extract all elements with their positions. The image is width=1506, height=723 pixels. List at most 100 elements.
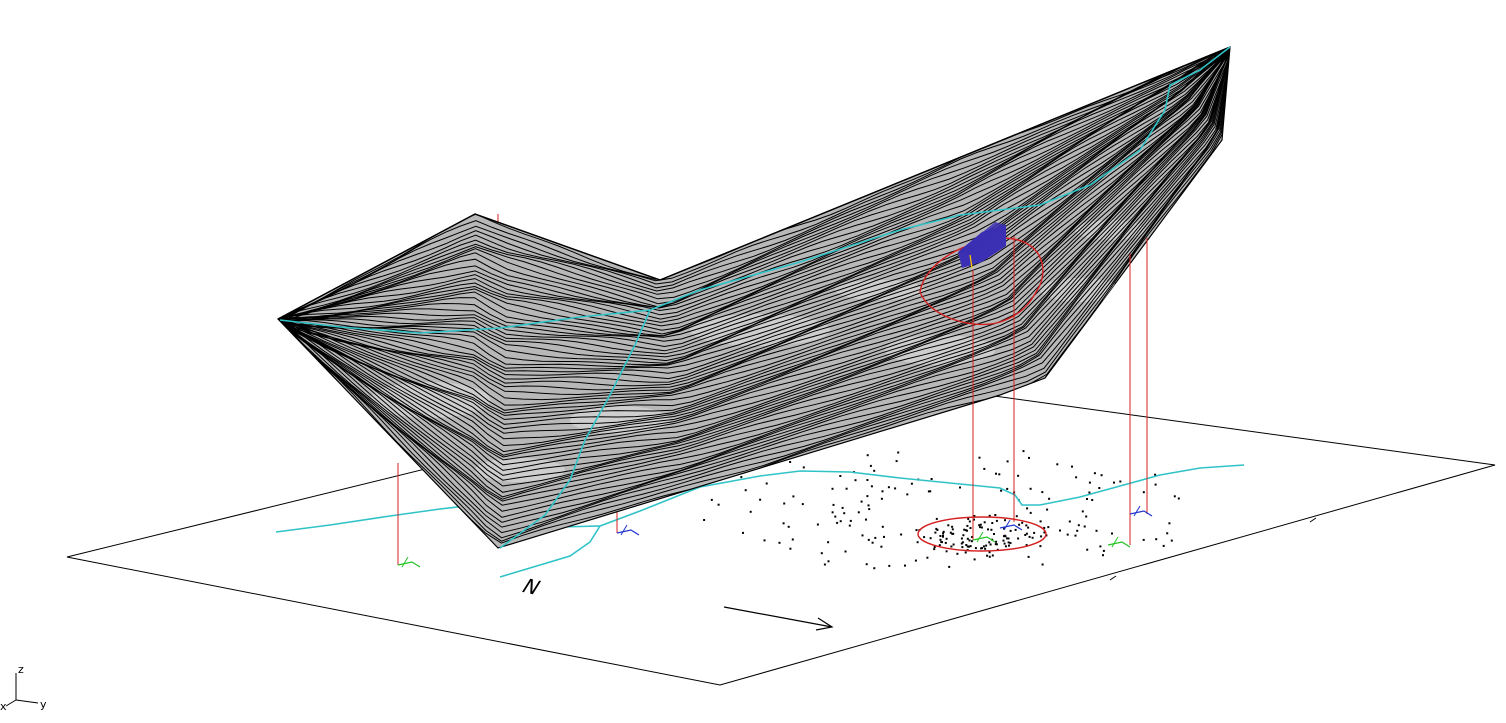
survey-point — [970, 540, 973, 543]
survey-point — [873, 469, 876, 472]
survey-point — [914, 559, 917, 562]
survey-point — [816, 523, 819, 526]
survey-point — [900, 533, 903, 536]
survey-point — [789, 547, 792, 550]
survey-point — [801, 503, 804, 506]
survey-point — [881, 525, 884, 528]
survey-point — [881, 490, 884, 493]
survey-point — [960, 537, 963, 540]
terrain-surface-contours — [277, 46, 1231, 549]
survey-point — [1009, 542, 1012, 545]
survey-point — [998, 473, 1001, 476]
survey-point — [963, 528, 966, 531]
survey-point — [1099, 545, 1102, 548]
survey-point — [1039, 520, 1042, 523]
axis-x-label: x — [0, 700, 7, 713]
survey-point — [1014, 528, 1017, 531]
axis-y-label: y — [40, 698, 47, 711]
survey-point — [966, 524, 969, 527]
ground-marker-icon — [1107, 541, 1131, 548]
survey-point — [871, 541, 874, 544]
survey-point — [1029, 511, 1032, 514]
survey-point — [983, 521, 986, 524]
survey-point — [717, 503, 720, 506]
survey-point — [987, 528, 989, 531]
survey-point — [1028, 456, 1030, 459]
survey-point — [782, 522, 785, 525]
survey-point — [1047, 526, 1050, 529]
survey-point — [916, 541, 919, 544]
survey-point — [857, 511, 860, 514]
survey-point — [1009, 529, 1012, 532]
ground-marker-icon — [616, 529, 640, 536]
survey-point — [968, 539, 971, 542]
survey-point — [1102, 554, 1104, 557]
survey-point — [866, 495, 869, 498]
survey-point — [839, 475, 842, 477]
survey-point — [778, 541, 781, 544]
survey-point — [1119, 480, 1122, 483]
survey-point — [887, 486, 890, 489]
survey-point — [1046, 508, 1049, 511]
survey-point — [991, 554, 994, 557]
survey-point — [783, 502, 786, 505]
survey-point — [1111, 532, 1113, 535]
survey-point — [995, 540, 998, 543]
survey-point — [1003, 534, 1006, 537]
survey-point — [923, 536, 926, 539]
survey-point — [935, 527, 938, 530]
survey-point — [744, 489, 747, 492]
survey-point — [787, 525, 790, 528]
survey-point — [990, 528, 993, 531]
survey-point — [942, 534, 944, 537]
survey-point — [883, 535, 885, 538]
ground-marker-tick — [1133, 505, 1141, 517]
survey-point — [836, 521, 839, 524]
survey-point — [1088, 481, 1091, 484]
survey-point — [1007, 541, 1010, 544]
survey-point — [969, 527, 972, 529]
survey-point — [867, 504, 870, 507]
survey-point — [1021, 521, 1024, 524]
survey-point — [989, 543, 992, 546]
survey-point — [942, 532, 945, 535]
survey-point — [888, 564, 891, 567]
axis-triad: z y x — [0, 663, 47, 713]
survey-point — [944, 541, 947, 544]
survey-point — [945, 550, 948, 553]
scene-canvas[interactable]: N z y x — [0, 0, 1506, 723]
survey-point — [823, 563, 826, 566]
survey-point — [845, 487, 848, 490]
survey-point — [1039, 545, 1042, 548]
survey-point — [994, 543, 997, 546]
survey-point — [915, 529, 918, 532]
survey-point — [1029, 487, 1032, 490]
survey-point — [710, 498, 713, 501]
survey-point — [1008, 544, 1010, 547]
survey-point — [947, 524, 950, 527]
survey-point — [939, 535, 942, 537]
survey-point — [939, 538, 942, 541]
survey-point — [849, 519, 852, 522]
survey-point — [1033, 531, 1036, 534]
survey-point — [961, 541, 964, 544]
survey-point — [1093, 472, 1096, 475]
survey-point — [789, 461, 792, 463]
survey-point — [930, 478, 933, 480]
ground-marker-tick — [620, 524, 628, 536]
survey-point — [956, 552, 959, 555]
survey-point — [935, 517, 938, 520]
survey-point — [982, 545, 985, 548]
survey-point — [980, 526, 983, 529]
3d-viewport[interactable]: N z y x — [0, 0, 1506, 723]
ground-marker-tick — [976, 531, 984, 543]
survey-point — [1048, 497, 1051, 500]
ground-marker-tick — [1111, 536, 1119, 548]
survey-point — [1017, 474, 1020, 477]
survey-point — [1018, 523, 1021, 526]
survey-point — [874, 536, 877, 539]
survey-point — [895, 460, 898, 463]
survey-point — [988, 555, 991, 558]
survey-point — [948, 565, 951, 568]
survey-point — [995, 519, 998, 522]
